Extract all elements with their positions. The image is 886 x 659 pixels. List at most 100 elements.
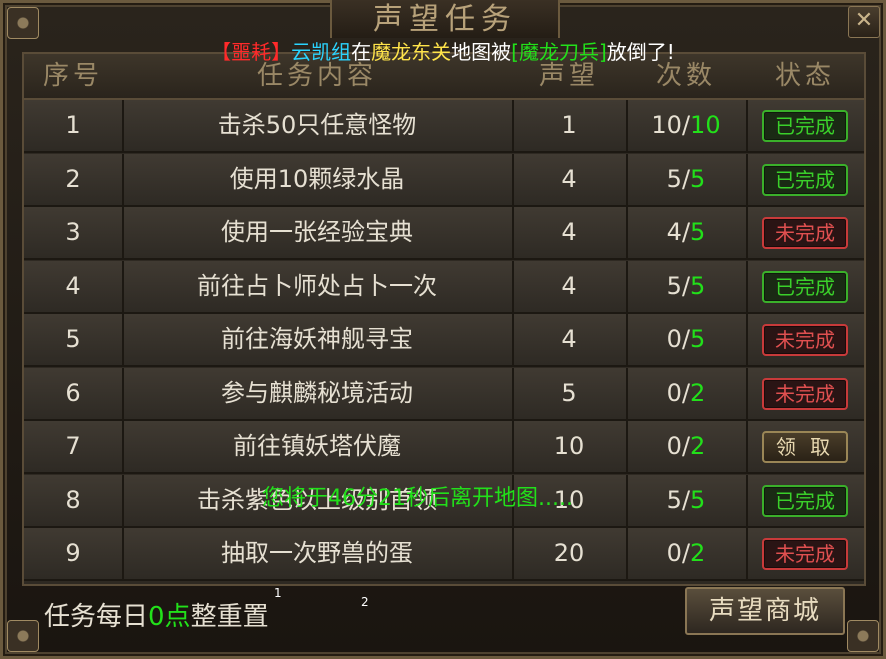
progress-total: 5: [690, 218, 706, 246]
reputation-shop-button[interactable]: 声望商城: [685, 587, 845, 635]
progress-count: 5/5: [626, 475, 746, 526]
reset-info: 任务每日0点整重置: [44, 596, 269, 633]
system-notice: 【噩耗】云凯组在魔龙东关地图被[魔龙刀兵]放倒了!: [0, 36, 886, 65]
progress-total: 5: [690, 485, 706, 514]
task-description: 前往海妖神舰寻宝: [221, 325, 413, 353]
progress-count: 5/5: [626, 261, 746, 312]
table-row: 4 前往占卜师处占卜一次 4 5/5 已完成: [24, 260, 864, 314]
progress-separator: /: [681, 271, 691, 300]
window-title: 声望任务: [330, 0, 560, 38]
map-leave-countdown: 您将于46分21秒后离开地图.....: [262, 486, 573, 511]
notice-tag: 【噩耗】: [211, 40, 292, 64]
column-divider: [746, 421, 748, 472]
reputation-value: 4: [561, 271, 577, 300]
progress-done: 5: [666, 164, 682, 193]
progress-count: 5/5: [626, 154, 746, 205]
progress-total: 5: [690, 325, 706, 353]
row-number: 6: [65, 378, 81, 407]
task-description: 参与麒麟秘境活动: [221, 378, 413, 407]
progress-done: 0: [666, 378, 682, 407]
progress-done: 0: [666, 539, 682, 567]
progress-count: 4/5: [626, 207, 746, 258]
task-description: 使用10颗绿水晶: [229, 164, 405, 193]
reputation-value: 1: [561, 111, 577, 139]
notice-map: 魔龙东关: [371, 40, 452, 64]
table-row: 3 使用一张经验宝典 4 4/5 未完成: [24, 207, 864, 260]
column-divider: [746, 207, 748, 258]
table-row: 2 使用10颗绿水晶 4 5/5 已完成: [24, 153, 864, 207]
marker-2: 2: [361, 595, 369, 609]
progress-separator: /: [681, 218, 691, 246]
table-row: 7 前往镇妖塔伏魔 10 0/2 领 取: [24, 421, 864, 474]
status-badge: 已完成: [762, 270, 848, 303]
progress-separator: /: [681, 432, 691, 460]
corner-ornament: [7, 7, 39, 39]
progress-total: 5: [690, 164, 706, 193]
progress-total: 2: [690, 432, 706, 460]
progress-separator: /: [681, 111, 691, 139]
column-divider: [746, 260, 748, 312]
reputation-value: 20: [553, 539, 585, 567]
status-badge: 已完成: [762, 484, 848, 517]
progress-done: 0: [666, 325, 682, 353]
progress-count: 0/2: [626, 528, 746, 579]
column-divider: [746, 314, 748, 365]
progress-separator: /: [681, 325, 691, 353]
table-row: 5 前往海妖神舰寻宝 4 0/5 未完成: [24, 314, 864, 367]
close-button[interactable]: ✕: [848, 6, 880, 38]
progress-total: 2: [690, 539, 706, 567]
reset-suffix: 整重置: [190, 602, 269, 632]
column-divider: [746, 367, 748, 419]
progress-separator: /: [681, 378, 691, 407]
column-divider: [746, 100, 748, 151]
progress-done: 10: [651, 111, 682, 139]
row-number: 1: [65, 111, 81, 139]
task-description: 前往镇妖塔伏魔: [233, 432, 401, 460]
progress-separator: /: [681, 485, 691, 514]
corner-ornament: [7, 620, 39, 652]
status-badge: 已完成: [762, 163, 848, 196]
reputation-value: 10: [553, 432, 585, 460]
progress-total: 5: [690, 271, 706, 300]
progress-total: 10: [690, 111, 721, 139]
column-divider: [746, 153, 748, 205]
row-number: 7: [65, 432, 81, 460]
status-badge: 已完成: [762, 110, 848, 142]
column-divider: [746, 474, 748, 526]
progress-done: 5: [666, 485, 682, 514]
reputation-value: 4: [561, 325, 577, 353]
status-badge: 未完成: [762, 217, 848, 249]
notice-text: 地图被: [451, 40, 512, 64]
reputation-value: 4: [561, 164, 577, 193]
task-description: 前往占卜师处占卜一次: [197, 271, 437, 300]
row-number: 8: [65, 485, 81, 514]
progress-count: 0/2: [626, 368, 746, 419]
reset-prefix: 任务每日: [44, 602, 149, 632]
status-badge: 未完成: [762, 324, 848, 356]
row-number: 4: [65, 271, 81, 300]
reputation-value: 4: [561, 218, 577, 246]
notice-text: 放倒了!: [606, 40, 675, 64]
reset-time: 0点: [148, 602, 191, 632]
progress-done: 4: [666, 218, 682, 246]
status-badge: 未完成: [762, 377, 848, 410]
corner-ornament: [847, 620, 879, 652]
row-number: 2: [65, 164, 81, 193]
row-number: 9: [65, 539, 81, 567]
table-row: 9 抽取一次野兽的蛋 20 0/2 未完成: [24, 528, 864, 581]
task-description: 使用一张经验宝典: [221, 218, 413, 246]
progress-separator: /: [681, 539, 691, 567]
progress-count: 0/2: [626, 421, 746, 472]
table-row: 6 参与麒麟秘境活动 5 0/2 未完成: [24, 367, 864, 421]
status-badge: 未完成: [762, 538, 848, 570]
notice-text: 在: [351, 40, 372, 64]
notice-monster: [魔龙刀兵]: [511, 40, 607, 64]
claim-button[interactable]: 领 取: [762, 431, 848, 463]
notice-player: 云凯组: [291, 40, 352, 64]
task-description: 击杀50只任意怪物: [217, 111, 417, 139]
row-number: 3: [65, 218, 81, 246]
progress-done: 0: [666, 432, 682, 460]
reputation-value: 5: [561, 378, 577, 407]
progress-done: 5: [666, 271, 682, 300]
column-divider: [746, 528, 748, 579]
